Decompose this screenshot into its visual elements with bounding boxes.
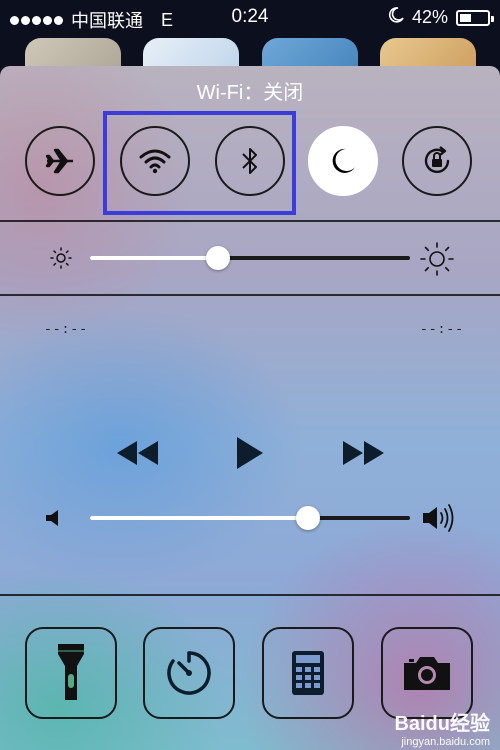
watermark-url: jingyan.baidu.com — [401, 736, 490, 748]
divider — [0, 220, 500, 222]
volume-slider[interactable] — [90, 504, 410, 532]
control-center: Wi-Fi：关闭 --:-- --:-- — [0, 66, 500, 750]
camera-button[interactable] — [381, 627, 473, 719]
brightness-high-icon — [420, 242, 454, 281]
battery-percent: 42% — [411, 7, 448, 27]
battery-icon — [456, 9, 494, 26]
do-not-disturb-toggle[interactable] — [308, 126, 378, 196]
rotation-lock-toggle[interactable] — [402, 126, 472, 196]
timer-button[interactable] — [143, 627, 235, 719]
divider — [0, 594, 500, 596]
calculator-button[interactable] — [262, 627, 354, 719]
timer-icon — [167, 651, 211, 695]
play-icon — [237, 437, 263, 469]
volume-slider-thumb[interactable] — [296, 506, 320, 530]
annotation-highlight-box — [103, 111, 296, 215]
flashlight-icon — [58, 644, 84, 700]
fast-forward-icon — [343, 441, 384, 465]
wifi-status-label: Wi-Fi：关闭 — [196, 82, 304, 104]
volume-low-icon — [44, 508, 64, 533]
rewind-icon — [117, 441, 158, 465]
elapsed-time: --:-- — [44, 322, 89, 337]
brightness-low-icon — [50, 247, 72, 274]
rewind-button[interactable] — [113, 437, 161, 469]
divider — [0, 294, 500, 296]
camera-icon — [404, 657, 450, 690]
flashlight-button[interactable] — [25, 627, 117, 719]
status-bar: 中国联通 E 0:24 42% — [0, 0, 500, 34]
volume-high-icon — [421, 503, 457, 538]
airplane-mode-toggle[interactable] — [25, 126, 95, 196]
status-right: 42% — [388, 7, 494, 28]
brightness-slider-thumb[interactable] — [206, 246, 230, 270]
brightness-slider[interactable] — [90, 244, 410, 272]
moon-icon — [332, 148, 355, 173]
airplane-icon — [45, 148, 73, 174]
moon-icon — [388, 7, 404, 28]
calculator-icon — [292, 651, 324, 695]
watermark: Baidu经验 jingyan.baidu.com — [394, 707, 490, 748]
fast-forward-button[interactable] — [340, 437, 388, 469]
watermark-brand: Baidu经验 — [394, 713, 490, 735]
play-button[interactable] — [234, 435, 266, 471]
remaining-time: --:-- — [420, 322, 465, 337]
rotation-lock-icon — [424, 146, 450, 173]
